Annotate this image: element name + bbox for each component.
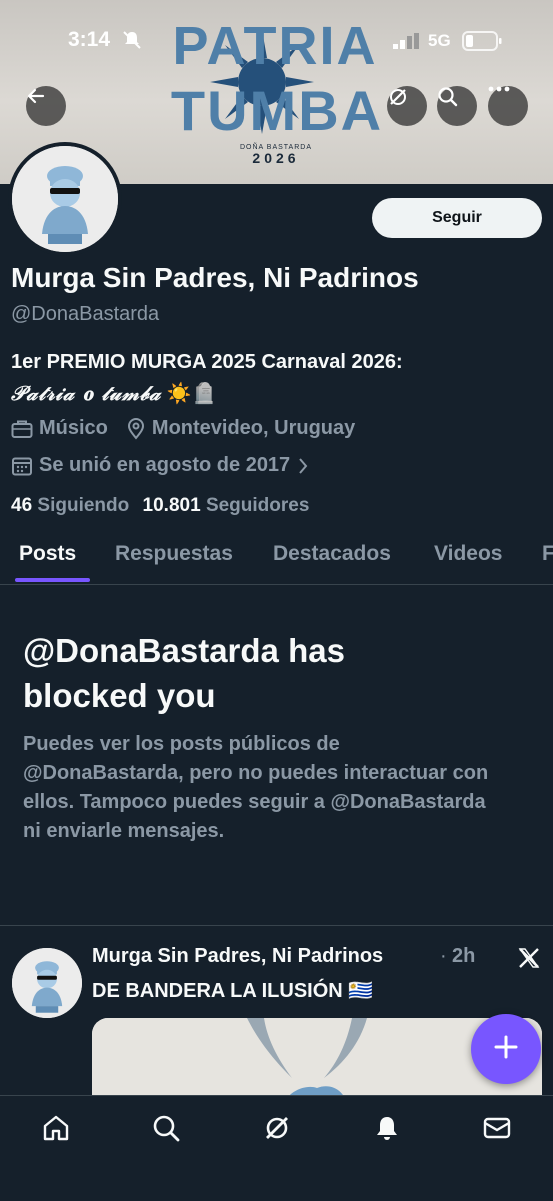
tab-partial[interactable]: F [542, 542, 553, 566]
bottom-navigation [0, 1095, 553, 1201]
grok-icon [262, 1113, 292, 1148]
home-icon [41, 1113, 71, 1148]
profile-meta-row: Músico Montevideo, Uruguay [11, 417, 355, 440]
post-text: DE BANDERA LA ILUSIÓN 🇺🇾 [92, 980, 374, 1002]
x-logo-icon [518, 947, 540, 974]
nav-messages[interactable] [479, 1112, 515, 1148]
follow-counts: 46 Siguiendo 10.801 Seguidores [11, 495, 309, 517]
network-label: 5G [428, 31, 451, 50]
nav-grok[interactable] [259, 1112, 295, 1148]
post-avatar[interactable] [12, 948, 82, 1018]
active-tab-indicator [15, 578, 90, 582]
bio-script-text: 𝒫𝒶𝓉𝓇𝒾𝒶 𝐨 𝓉𝓊𝓂𝒷𝒶 [11, 381, 162, 405]
profession-text: Músico [39, 417, 108, 439]
compose-button[interactable] [471, 1014, 541, 1084]
blocked-description: Puedes ver los posts públicos de @DonaBa… [23, 733, 489, 842]
blocked-title: @DonaBastarda has blocked you [23, 632, 345, 714]
search-button[interactable] [437, 86, 477, 126]
chevron-right-icon [298, 457, 308, 475]
search-icon [151, 1113, 181, 1148]
bust-avatar-image [12, 948, 82, 1018]
more-button[interactable] [488, 86, 528, 126]
following-link[interactable]: 46 Siguiendo [11, 495, 135, 516]
nav-search[interactable] [148, 1112, 184, 1148]
followers-count: 10.801 [142, 495, 201, 516]
bust-avatar-image [12, 146, 118, 252]
section-divider [0, 925, 553, 926]
profile-display-name: Murga Sin Padres, Ni Padrinos [11, 262, 419, 293]
status-bar: 3:14 5G [0, 0, 553, 84]
joined-row[interactable]: Se unió en agosto de 2017 [11, 454, 314, 477]
tab-destacados[interactable]: Destacados [273, 542, 391, 566]
grok-button[interactable] [387, 86, 427, 126]
tab-posts[interactable]: Posts [19, 542, 76, 566]
calendar-icon [11, 455, 33, 477]
post-author-name[interactable]: Murga Sin Padres, Ni Padrinos [92, 945, 383, 968]
profile-tabs: Posts Respuestas Destacados Videos F [0, 528, 553, 585]
tab-videos[interactable]: Videos [434, 542, 502, 566]
nav-notifications[interactable] [369, 1112, 405, 1148]
profile-handle: @DonaBastarda [11, 303, 160, 325]
profile-bio: 1er PREMIO MURGA 2025 Carnaval 2026: 𝒫𝒶𝓉… [11, 347, 403, 410]
plus-icon [493, 1034, 519, 1065]
banner-title-line2: TUMBA [171, 79, 383, 142]
location-text: Montevideo, Uruguay [151, 417, 356, 439]
bio-line1: 1er PREMIO MURGA 2025 Carnaval 2026: [11, 351, 403, 373]
follow-button[interactable]: Seguir [372, 198, 542, 238]
followers-link[interactable]: 10.801 Seguidores [143, 495, 310, 516]
banner-year: 2026 [252, 150, 299, 166]
bio-emoji: ☀️🪦 [166, 383, 217, 405]
post-separator: · [440, 945, 447, 967]
bell-icon [372, 1113, 402, 1148]
mail-icon [482, 1113, 512, 1148]
tab-respuestas[interactable]: Respuestas [115, 542, 233, 566]
location-pin-icon [126, 417, 146, 440]
nav-home[interactable] [38, 1112, 74, 1148]
briefcase-icon [11, 419, 33, 439]
back-button[interactable] [26, 86, 66, 126]
following-label: Siguiendo [37, 495, 130, 516]
followers-label: Seguidores [205, 495, 310, 516]
post-time[interactable]: 2h [452, 945, 475, 968]
bio-line2: 𝒫𝒶𝓉𝓇𝒾𝒶 𝐨 𝓉𝓊𝓂𝒷𝒶 ☀️🪦 [11, 378, 403, 410]
profile-avatar[interactable] [8, 142, 122, 256]
status-time: 3:14 [68, 28, 111, 51]
following-count: 46 [11, 495, 33, 516]
joined-text: Se unió en agosto de 2017 [39, 454, 291, 476]
